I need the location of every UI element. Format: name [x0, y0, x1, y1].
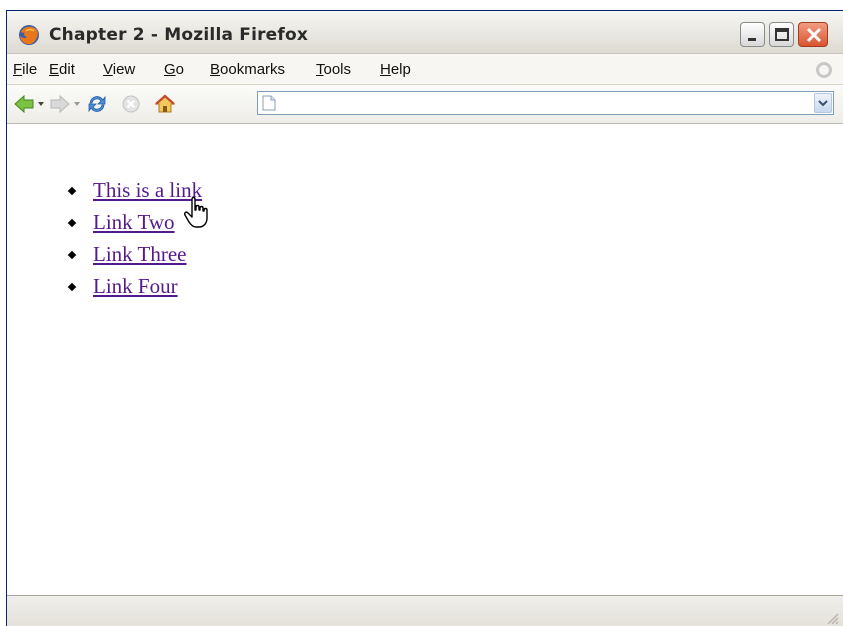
throbber-icon [816, 62, 832, 78]
bullet-icon [67, 282, 77, 292]
maximize-icon [775, 28, 789, 41]
url-bar[interactable] [257, 91, 834, 115]
back-dropdown-icon[interactable] [38, 101, 44, 107]
maximize-button[interactable] [769, 22, 794, 47]
resize-grip-icon[interactable] [825, 611, 839, 625]
bullet-icon [67, 186, 77, 196]
home-icon[interactable] [154, 93, 176, 115]
page-icon [262, 95, 276, 111]
menu-go[interactable]: Go [164, 61, 184, 78]
list-item: Link Three [63, 242, 202, 274]
bullet-icon [67, 250, 77, 260]
status-bar [7, 595, 843, 626]
link-three[interactable]: Link Three [93, 242, 187, 266]
page-content: This is a link Link Two Link Three Link … [7, 124, 843, 604]
link-two[interactable]: Link Two [93, 210, 175, 234]
back-arrow-icon[interactable] [13, 93, 35, 115]
menu-help[interactable]: Help [380, 61, 411, 78]
bullet-icon [67, 218, 77, 228]
list-item: Link Four [63, 274, 202, 306]
navigation-toolbar [7, 85, 843, 124]
menu-bookmarks[interactable]: Bookmarks [210, 61, 285, 78]
title-bar[interactable]: Chapter 2 - Mozilla Firefox [7, 11, 843, 54]
menu-view[interactable]: View [103, 61, 135, 78]
minimize-button[interactable] [740, 22, 765, 47]
menu-tools[interactable]: Tools [316, 61, 351, 78]
chevron-down-icon [818, 100, 828, 107]
forward-dropdown-icon[interactable] [74, 101, 80, 107]
window-title: Chapter 2 - Mozilla Firefox [49, 25, 309, 45]
close-icon [806, 27, 822, 43]
firefox-window: Chapter 2 - Mozilla Firefox File Edit Vi… [6, 10, 843, 626]
minimize-icon [748, 38, 756, 41]
stop-icon[interactable] [120, 93, 142, 115]
hand-cursor-icon [184, 196, 208, 228]
link-list: This is a link Link Two Link Three Link … [63, 178, 202, 306]
close-button[interactable] [798, 22, 828, 47]
list-item: This is a link [63, 178, 202, 210]
firefox-logo-icon [19, 25, 39, 45]
reload-icon[interactable] [86, 93, 108, 115]
forward-arrow-icon[interactable] [49, 93, 71, 115]
list-item: Link Two [63, 210, 202, 242]
link-four[interactable]: Link Four [93, 274, 178, 298]
url-dropdown-button[interactable] [814, 93, 832, 113]
menu-file[interactable]: File [13, 61, 37, 78]
menu-edit[interactable]: Edit [49, 61, 75, 78]
menu-bar: File Edit View Go Bookmarks Tools Help [7, 54, 843, 85]
